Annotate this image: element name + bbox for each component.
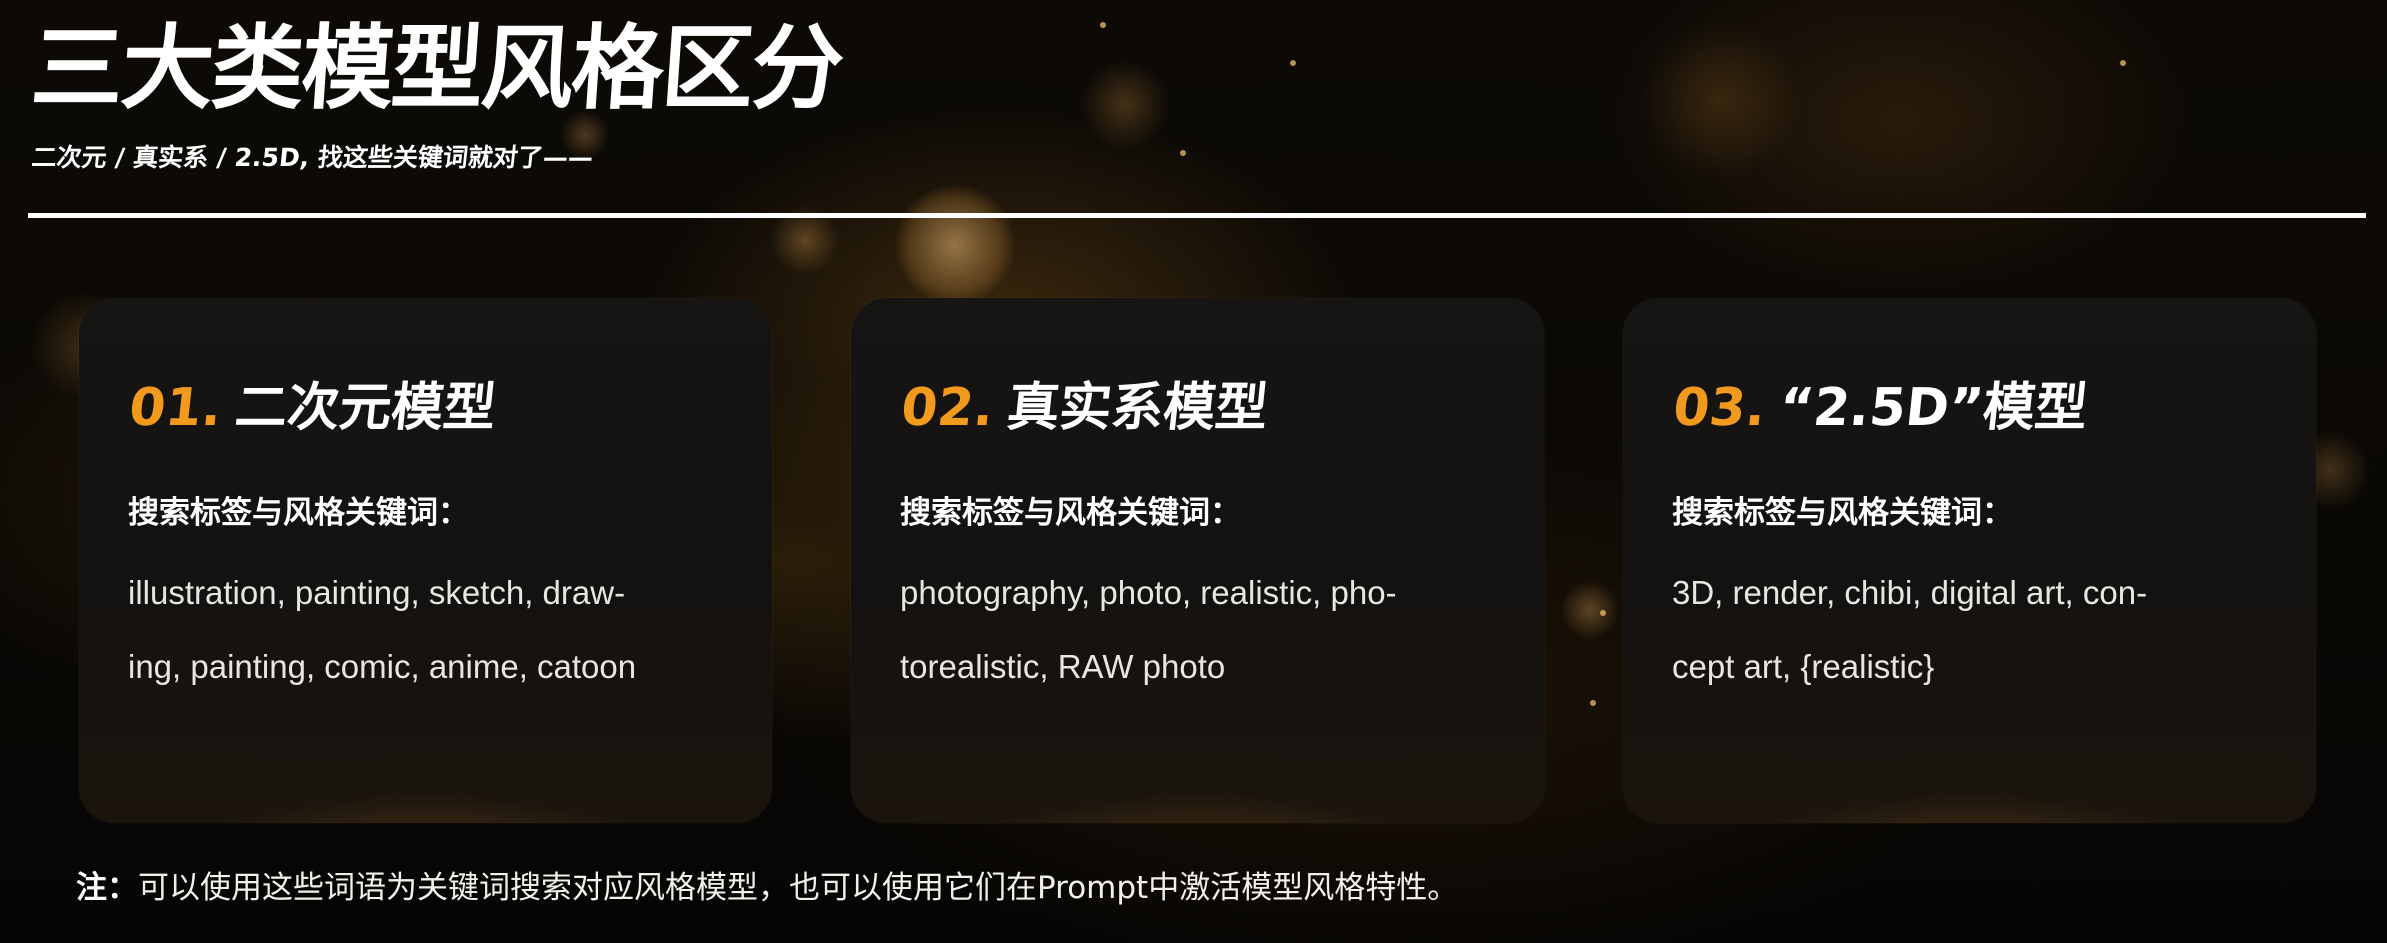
card-title: “2.5D”模型 [1776, 378, 2091, 438]
sparkle-dot [1600, 610, 1606, 616]
keyword-line: torealistic, RAW photo [900, 648, 1226, 685]
keyword-line: ing, painting, comic, anime, catoon [128, 648, 637, 685]
sparkle-dot [1180, 150, 1186, 156]
card-number: 02. [898, 378, 997, 438]
keyword-line: cept art, {realistic} [1672, 648, 1935, 685]
bokeh-light [1560, 580, 1620, 640]
card-anime-model: 01. 二次元模型 搜索标签与风格关键词： illustration, paint… [79, 298, 772, 823]
card-realistic-model: 02. 真实系模型 搜索标签与风格关键词： photography, photo,… [851, 298, 1544, 823]
card-keywords: illustration, painting, sketch, draw- in… [128, 556, 748, 704]
footnote-label: 注： [76, 870, 138, 906]
bokeh-light [1640, 20, 1800, 180]
bokeh-light [1080, 60, 1170, 150]
page-subtitle: 二次元 / 真实系 / 2.5D, 找这些关键词就对了—— [30, 143, 595, 172]
card-keywords: 3D, render, chibi, digital art, con- cep… [1672, 556, 2292, 704]
footnote-text: 可以使用这些词语为关键词搜索对应风格模型，也可以使用它们在Prompt中激活模型… [138, 870, 1459, 906]
footnote: 注：可以使用这些词语为关键词搜索对应风格模型，也可以使用它们在Prompt中激活… [76, 866, 1458, 910]
keyword-line: illustration, painting, sketch, draw- [128, 574, 626, 611]
card-title: 二次元模型 [232, 378, 499, 438]
card-number: 01. [126, 378, 225, 438]
card-title: 真实系模型 [1004, 378, 1271, 438]
card-2-5d-model: 03. “2.5D”模型 搜索标签与风格关键词： 3D, render, chib… [1623, 298, 2316, 823]
card-number: 03. [1670, 378, 1769, 438]
card-keywords-label: 搜索标签与风格关键词： [128, 495, 469, 531]
title-divider [28, 213, 2366, 218]
card-keywords-label: 搜索标签与风格关键词： [900, 495, 1241, 531]
card-keywords: photography, photo, realistic, pho- tore… [900, 556, 1520, 704]
card-heading: 01. 二次元模型 [126, 376, 499, 440]
card-heading: 02. 真实系模型 [898, 376, 1271, 440]
sparkle-dot [2120, 60, 2126, 66]
sparkle-dot [1100, 22, 1106, 28]
page-title: 三大类模型风格区分 [28, 15, 846, 122]
bokeh-light [895, 185, 1015, 305]
sparkle-dot [1590, 700, 1596, 706]
keyword-line: photography, photo, realistic, pho- [900, 574, 1397, 611]
card-heading: 03. “2.5D”模型 [1670, 376, 2090, 440]
sparkle-dot [1290, 60, 1296, 66]
slide: 三大类模型风格区分 二次元 / 真实系 / 2.5D, 找这些关键词就对了—— … [0, 0, 2387, 943]
keyword-line: 3D, render, chibi, digital art, con- [1672, 574, 2148, 611]
card-keywords-label: 搜索标签与风格关键词： [1672, 495, 2013, 531]
